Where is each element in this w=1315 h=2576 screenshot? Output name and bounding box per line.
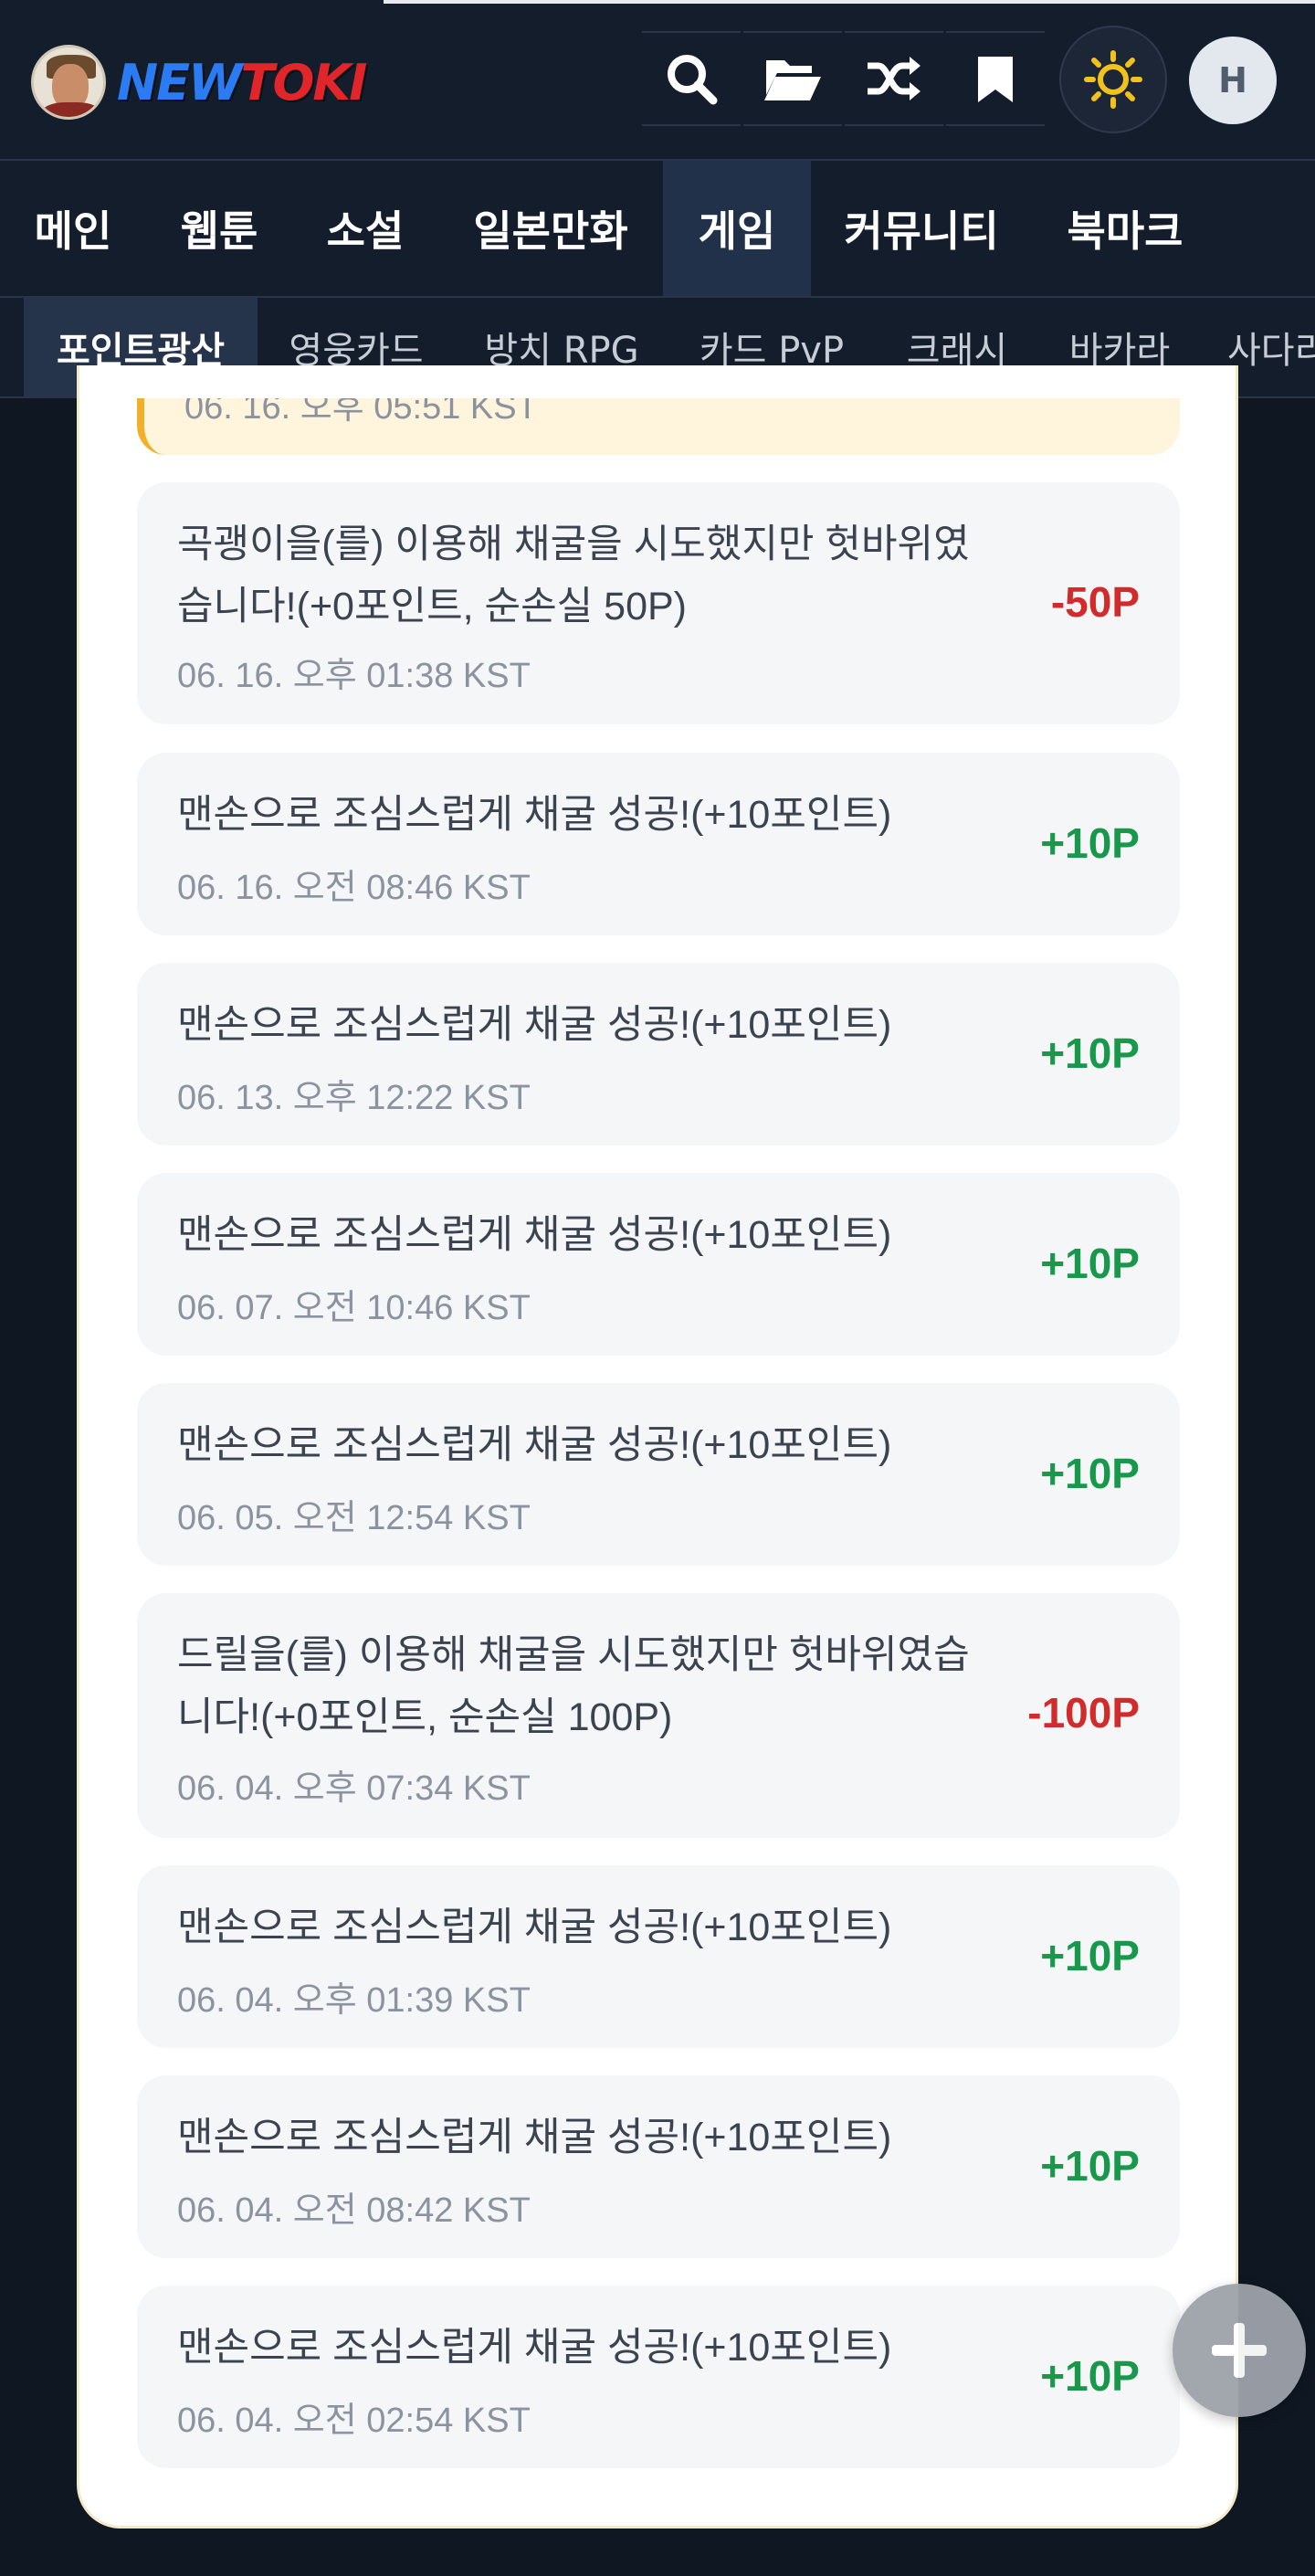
header-top-divider [384, 0, 1315, 4]
entry-time: 06. 13. 오후 12:22 KST [177, 1079, 531, 1117]
entry-points: +10P [1040, 2352, 1140, 2400]
entry-description: 맨손으로 조심스럽게 채굴 성공!(+10포인트) [177, 1906, 892, 1949]
entry-time: 06. 04. 오전 08:42 KST [177, 2191, 531, 2230]
shuffle-icon [868, 57, 920, 100]
entry-description: 곡괭이을(를) 이용해 채굴을 시도했지만 헛바위였습니다!(+0포인트, 순손… [177, 523, 970, 628]
user-avatar[interactable]: H [1189, 37, 1277, 124]
history-entry-partial: 06. 16. 오후 05:51 KST [137, 398, 1180, 455]
logo-wordmark: NEWTOKI [117, 53, 367, 111]
entry-time: 06. 16. 오후 01:38 KST [177, 657, 531, 695]
entry-points: +10P [1040, 1932, 1140, 1980]
entry-description: 맨손으로 조심스럽게 채굴 성공!(+10포인트) [177, 2116, 892, 2159]
entry-time: 06. 16. 오후 05:51 KST [184, 398, 538, 427]
entry-points: -100P [1027, 1689, 1140, 1737]
sun-icon [1084, 50, 1142, 109]
history-entry: 맨손으로 조심스럽게 채굴 성공!(+10포인트) 06. 05. 오전 12:… [137, 1383, 1180, 1566]
logo-mascot-icon [31, 45, 106, 120]
random-button[interactable] [845, 31, 943, 126]
entry-points: +10P [1040, 1029, 1140, 1077]
entry-points: -50P [1050, 578, 1140, 626]
entry-description: 드릴을(를) 이용해 채굴을 시도했지만 헛바위였습니다!(+0포인트, 순손실… [177, 1633, 970, 1739]
entry-time: 06. 04. 오후 01:39 KST [177, 1981, 531, 2020]
nav-item-bookmark[interactable]: 북마크 [1032, 161, 1218, 296]
history-entry: 곡괭이을(를) 이용해 채굴을 시도했지만 헛바위였습니다!(+0포인트, 순손… [137, 482, 1180, 724]
history-entry: 맨손으로 조심스럽게 채굴 성공!(+10포인트) 06. 13. 오후 12:… [137, 963, 1180, 1145]
history-entry: 맨손으로 조심스럽게 채굴 성공!(+10포인트) 06. 04. 오전 02:… [137, 2286, 1180, 2468]
entry-description: 맨손으로 조심스럽게 채굴 성공!(+10포인트) [177, 2326, 892, 2370]
nav-item-game[interactable]: 게임 [663, 161, 811, 296]
main-nav: 메인 웹툰 소설 일본만화 게임 커뮤니티 북마크 [0, 161, 1315, 298]
floating-plus-button[interactable] [1173, 2284, 1306, 2417]
entry-description: 맨손으로 조심스럽게 채굴 성공!(+10포인트) [177, 1423, 892, 1467]
nav-item-webtoon[interactable]: 웹툰 [146, 161, 292, 296]
search-button[interactable] [642, 31, 741, 126]
entry-time: 06. 04. 오전 02:54 KST [177, 2402, 531, 2440]
theme-toggle-button[interactable] [1059, 26, 1167, 133]
bookmark-icon [978, 57, 1013, 102]
entry-points: +10P [1040, 819, 1140, 867]
nav-item-community[interactable]: 커뮤니티 [811, 161, 1032, 296]
entry-description: 맨손으로 조심스럽게 채굴 성공!(+10포인트) [177, 1003, 892, 1047]
history-entry: 맨손으로 조심스럽게 채굴 성공!(+10포인트) 06. 04. 오후 01:… [137, 1865, 1180, 2048]
folder-button[interactable] [743, 31, 842, 126]
plus-icon [1212, 2323, 1267, 2378]
history-entry: 맨손으로 조심스럽게 채굴 성공!(+10포인트) 06. 07. 오전 10:… [137, 1173, 1180, 1356]
entry-description: 맨손으로 조심스럽게 채굴 성공!(+10포인트) [177, 793, 892, 837]
entry-points: +10P [1040, 1240, 1140, 1287]
entry-time: 06. 07. 오전 10:46 KST [177, 1289, 531, 1327]
history-entry: 맨손으로 조심스럽게 채굴 성공!(+10포인트) 06. 16. 오전 08:… [137, 753, 1180, 935]
history-entry: 맨손으로 조심스럽게 채굴 성공!(+10포인트) 06. 04. 오전 08:… [137, 2075, 1180, 2258]
history-entry: 드릴을(를) 이용해 채굴을 시도했지만 헛바위였습니다!(+0포인트, 순손실… [137, 1593, 1180, 1838]
folder-open-icon [764, 60, 821, 100]
entry-description: 맨손으로 조심스럽게 채굴 성공!(+10포인트) [177, 1213, 892, 1257]
top-header: NEWTOKI H [0, 0, 1315, 161]
nav-item-manga[interactable]: 일본만화 [438, 161, 663, 296]
bookmark-button[interactable] [946, 31, 1045, 126]
entry-time: 06. 04. 오후 07:34 KST [177, 1769, 531, 1808]
entry-points: +10P [1040, 1450, 1140, 1497]
nav-item-novel[interactable]: 소설 [292, 161, 438, 296]
entry-time: 06. 05. 오전 12:54 KST [177, 1499, 531, 1537]
entry-points: +10P [1040, 2142, 1140, 2190]
entry-time: 06. 16. 오전 08:46 KST [177, 869, 531, 907]
search-icon [668, 55, 718, 105]
site-logo[interactable]: NEWTOKI [31, 44, 367, 121]
nav-item-main[interactable]: 메인 [0, 161, 146, 296]
